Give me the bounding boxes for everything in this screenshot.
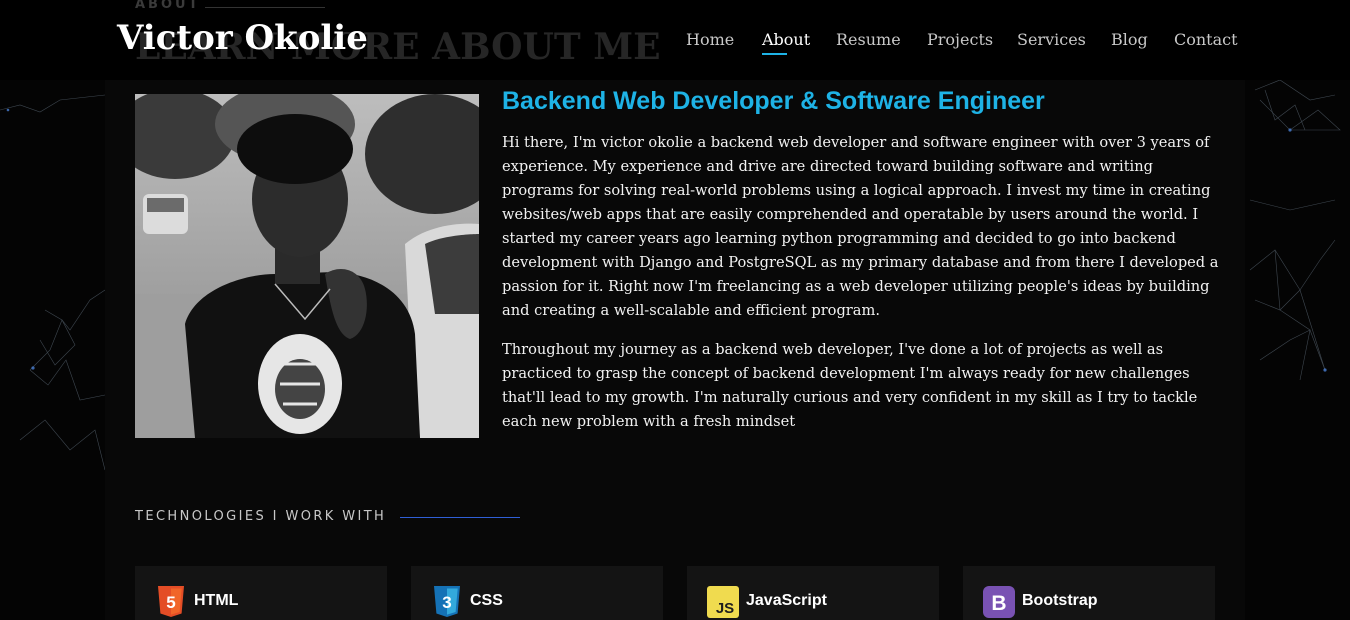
tech-name-css: CSS bbox=[470, 592, 503, 609]
section-ghost-label: ABOUT bbox=[135, 0, 201, 12]
profile-photo bbox=[135, 94, 479, 438]
about-paragraph-2: Throughout my journey as a backend web d… bbox=[502, 341, 1198, 430]
tech-name-javascript: JavaScript bbox=[746, 592, 827, 609]
javascript-icon: JS bbox=[707, 586, 739, 618]
svg-text:3: 3 bbox=[442, 593, 451, 612]
tech-card-javascript[interactable]: JS JavaScript bbox=[687, 566, 939, 620]
bootstrap-icon: B bbox=[983, 586, 1015, 618]
site-logo[interactable]: Victor Okolie bbox=[117, 18, 368, 58]
about-content: Backend Web Developer & Software Enginee… bbox=[502, 86, 1222, 434]
nav-home[interactable]: Home bbox=[686, 30, 734, 49]
svg-text:5: 5 bbox=[166, 593, 175, 612]
tech-name-html: HTML bbox=[194, 592, 239, 609]
nav-active-indicator bbox=[762, 53, 787, 55]
tech-card-html[interactable]: 5 HTML bbox=[135, 566, 387, 620]
html5-icon: 5 bbox=[158, 586, 184, 617]
nav-blog[interactable]: Blog bbox=[1111, 30, 1148, 49]
about-paragraph-1: Hi there, I'm victor okolie a backend we… bbox=[502, 134, 1219, 319]
nav-about[interactable]: About bbox=[762, 30, 811, 55]
svg-text:JS: JS bbox=[716, 600, 734, 617]
nav-contact[interactable]: Contact bbox=[1174, 30, 1238, 49]
ghost-label-divider bbox=[205, 7, 325, 8]
tech-card-css[interactable]: 3 CSS bbox=[411, 566, 663, 620]
nav-about-label: About bbox=[762, 30, 811, 49]
tech-name-bootstrap: Bootstrap bbox=[1022, 592, 1098, 609]
css3-icon: 3 bbox=[434, 586, 460, 617]
role-title: Backend Web Developer & Software Enginee… bbox=[502, 87, 1045, 115]
nav-projects[interactable]: Projects bbox=[927, 30, 993, 49]
technologies-heading: TECHNOLOGIES I WORK WITH bbox=[135, 509, 387, 524]
tech-card-bootstrap[interactable]: B Bootstrap bbox=[963, 566, 1215, 620]
technologies-heading-divider bbox=[400, 517, 520, 518]
site-header: ABOUT LEARN MORE ABOUT ME Victor Okolie … bbox=[0, 0, 1350, 80]
nav-resume[interactable]: Resume bbox=[836, 30, 901, 49]
nav-services[interactable]: Services bbox=[1017, 30, 1086, 49]
svg-text:B: B bbox=[991, 592, 1006, 615]
